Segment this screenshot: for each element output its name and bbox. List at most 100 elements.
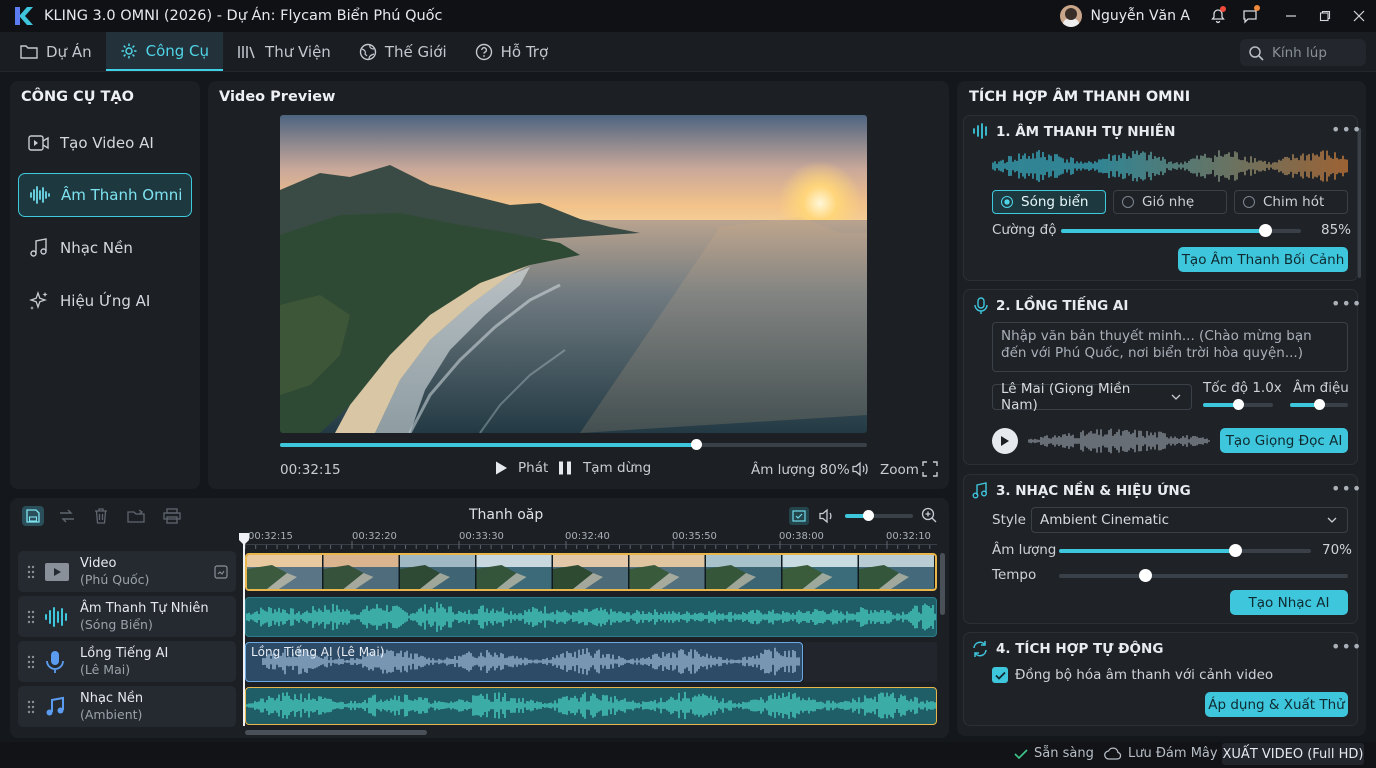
library-icon [238, 45, 255, 58]
option-song-bien[interactable]: Sóng biển [992, 190, 1106, 214]
tool-am-thanh-omni[interactable]: Âm Thanh Omni [18, 173, 192, 217]
undo-icon[interactable] [58, 507, 76, 525]
bell-icon[interactable] [1204, 0, 1232, 32]
drag-handle-icon[interactable] [18, 655, 44, 669]
user-name[interactable]: Nguyễn Văn A [1090, 8, 1190, 24]
style-select-value: Ambient Cinematic [1040, 512, 1170, 528]
track-voice-label[interactable]: Lồng Tiếng AI (Lê Mai) [18, 641, 236, 682]
video-frame[interactable] [280, 115, 867, 433]
intensity-knob[interactable] [1258, 224, 1272, 237]
drag-handle-icon[interactable] [18, 700, 44, 714]
natural-sound-waveform [992, 150, 1348, 182]
voice-preview-play-button[interactable] [992, 428, 1018, 454]
tone-knob[interactable] [1313, 399, 1325, 410]
play-button[interactable]: Phát [493, 460, 548, 476]
ruler-ticks [245, 541, 931, 549]
option-chim-hot[interactable]: Chim hót [1234, 190, 1348, 214]
track-settings-icon[interactable] [214, 564, 228, 579]
tab-label: Dự Án [46, 42, 92, 61]
zoom-in-icon[interactable] [921, 507, 937, 523]
sync-checkbox[interactable] [992, 667, 1008, 683]
trash-icon[interactable] [92, 507, 110, 525]
split-icon[interactable] [127, 507, 145, 525]
speaker-icon[interactable] [851, 461, 869, 477]
fullscreen-icon[interactable] [922, 461, 938, 477]
film-frame [859, 555, 934, 589]
play-icon [1001, 436, 1009, 446]
pause-button[interactable]: Tạm dừng [557, 460, 651, 476]
option-gio-nhe[interactable]: Gió nhẹ [1113, 190, 1227, 214]
tab-ho-tro[interactable]: Hỗ Trợ [461, 32, 563, 71]
drag-handle-icon[interactable] [18, 565, 44, 579]
zoom-label[interactable]: Zoom [880, 462, 919, 478]
speed-knob[interactable] [1232, 399, 1244, 410]
more-options-icon[interactable]: ••• [1331, 637, 1362, 656]
user-avatar[interactable] [1060, 5, 1083, 27]
waveform-icon [30, 186, 50, 204]
print-icon[interactable] [163, 507, 181, 525]
sync-checkbox-label[interactable]: Đồng bộ hóa âm thanh với cảnh video [1015, 667, 1273, 683]
tab-du-an[interactable]: Dự Án [0, 32, 106, 71]
create-voice-button[interactable]: Tạo Giọng Đọc AI [1220, 428, 1348, 453]
track-video-label[interactable]: Video (Phú Quốc) [18, 551, 236, 592]
restore-icon[interactable] [1308, 0, 1342, 32]
tool-nhac-nen[interactable]: Nhạc Nền [18, 226, 192, 270]
tempo-label: Tempo [992, 567, 1037, 583]
window-title: KLING 3.0 OMNI (2026) - Dự Án: Flycam Bi… [44, 8, 443, 24]
snap-icon[interactable] [789, 507, 809, 525]
chevron-down-icon [1171, 394, 1181, 400]
tempo-slider[interactable] [1059, 574, 1348, 578]
music-volume-fill [1059, 549, 1236, 553]
more-options-icon[interactable]: ••• [1331, 479, 1362, 498]
more-options-icon[interactable]: ••• [1331, 120, 1362, 139]
track-name: Video [80, 555, 117, 571]
help-icon [475, 43, 492, 60]
cloud-save-button[interactable]: Lưu Đám Mây [1104, 746, 1218, 761]
waveform-icon [972, 123, 990, 139]
voice-select[interactable]: Lê Mai (Giọng Miền Nam) [992, 381, 1192, 413]
audio-panel-scrollbar[interactable] [1358, 128, 1361, 278]
track-music-label[interactable]: Nhạc Nền (Ambient) [18, 686, 236, 727]
message-icon[interactable] [1232, 0, 1268, 32]
timeline-volume-icon[interactable] [818, 508, 836, 524]
film-frame [553, 555, 628, 589]
track-sub: (Ambient) [80, 706, 143, 722]
natural-audio-clip[interactable] [245, 597, 937, 637]
video-clip[interactable] [245, 553, 937, 591]
minimize-icon[interactable] [1274, 0, 1308, 32]
create-music-button[interactable]: Tạo Nhạc AI [1230, 590, 1348, 615]
style-select[interactable]: Ambient Cinematic [1031, 507, 1348, 533]
track-natural-label[interactable]: Âm Thanh Tự Nhiên (Sóng Biển) [18, 596, 236, 637]
track-sub: (Phú Quốc) [80, 571, 150, 587]
intensity-fill [1061, 229, 1265, 233]
more-options-icon[interactable]: ••• [1331, 294, 1362, 313]
tool-tao-video[interactable]: Tạo Video AI [18, 121, 192, 165]
video-thumbnail-image [280, 115, 867, 433]
pause-label: Tạm dừng [583, 460, 652, 476]
create-ambient-button[interactable]: Tạo Âm Thanh Bối Cảnh [1178, 247, 1348, 272]
natural-sound-title: 1. ÂM THANH TỰ NHIÊN [996, 124, 1176, 140]
music-volume-knob[interactable] [1228, 544, 1242, 557]
film-frame [782, 555, 858, 589]
voice-track-empty [804, 642, 937, 682]
narration-textarea[interactable]: Nhập văn bản thuyết minh... (Chào mừng b… [992, 322, 1348, 372]
tool-hieu-ung-ai[interactable]: Hiệu Ứng AI [18, 279, 192, 323]
timeline-horizontal-scrollbar[interactable] [245, 730, 427, 735]
export-video-button[interactable]: XUẤT VIDEO (Full HD) [1222, 743, 1364, 765]
timeline-vertical-scrollbar[interactable] [940, 553, 945, 615]
tab-the-gioi[interactable]: Thế Giới [345, 32, 461, 71]
music-clip[interactable] [245, 687, 937, 725]
drag-handle-icon[interactable] [18, 610, 44, 624]
tone-label: Âm điệu [1293, 380, 1349, 396]
music-title: 3. NHẠC NỀN & HIỆU ỨNG [996, 483, 1191, 499]
tab-thu-vien[interactable]: Thư Viện [223, 32, 345, 71]
video-camera-icon [28, 135, 49, 151]
tab-cong-cu[interactable]: Công Cụ [105, 32, 224, 71]
search-input[interactable]: Kính lúp [1240, 39, 1366, 66]
audio-panel-title: TÍCH HỢP ÂM THANH OMNI [969, 89, 1191, 105]
playback-progress-fill [280, 443, 697, 447]
apply-export-button[interactable]: Áp dụng & Xuất Thử [1205, 692, 1348, 717]
voice-select-value: Lê Mai (Giọng Miền Nam) [1001, 381, 1131, 413]
save-icon[interactable] [22, 506, 44, 526]
close-icon[interactable] [1342, 0, 1376, 32]
